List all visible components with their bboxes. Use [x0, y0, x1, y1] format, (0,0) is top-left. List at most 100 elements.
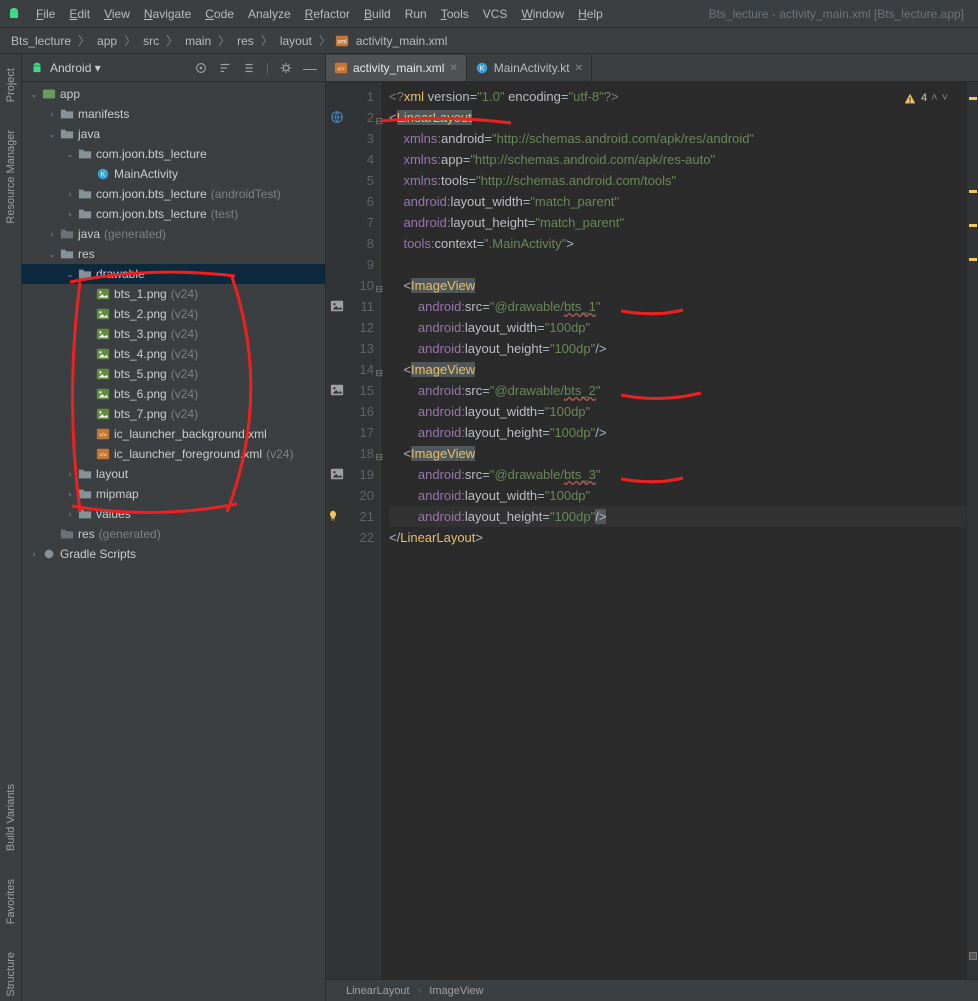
- inspect-up-icon[interactable]: ˄: [931, 88, 937, 109]
- tree-arrow-icon[interactable]: ⌄: [46, 129, 58, 140]
- menu-tools[interactable]: Tools: [435, 5, 475, 23]
- editor-tab[interactable]: KMainActivity.kt✕: [467, 55, 592, 81]
- breadcrumb-item[interactable]: res: [234, 32, 257, 50]
- code-line[interactable]: android:layout_width="match_parent": [389, 191, 966, 212]
- tree-node[interactable]: </>ic_launcher_background.xml: [22, 424, 325, 444]
- code-line[interactable]: <ImageView: [389, 275, 966, 296]
- breadcrumb-item[interactable]: layout: [277, 32, 315, 50]
- code-line[interactable]: [389, 254, 966, 275]
- tree-arrow-icon[interactable]: ⌄: [64, 149, 76, 160]
- editor-tab[interactable]: </>activity_main.xml✕: [326, 55, 467, 81]
- tree-arrow-icon[interactable]: ›: [64, 469, 76, 479]
- hide-panel-icon[interactable]: —: [303, 60, 317, 76]
- image-icon[interactable]: [330, 467, 344, 481]
- error-stripe[interactable]: [966, 82, 978, 979]
- tree-node[interactable]: bts_3.png(v24): [22, 324, 325, 344]
- tree-node[interactable]: bts_6.png(v24): [22, 384, 325, 404]
- globe-icon[interactable]: [330, 110, 344, 124]
- tree-node[interactable]: ›com.joon.bts_lecture(androidTest): [22, 184, 325, 204]
- tool-tab-project[interactable]: Project: [3, 64, 19, 106]
- tree-arrow-icon[interactable]: ⌄: [46, 249, 58, 260]
- menu-help[interactable]: Help: [572, 5, 609, 23]
- bulb-icon[interactable]: [326, 509, 340, 523]
- tree-node[interactable]: ⌄drawable: [22, 264, 325, 284]
- breadcrumb-item[interactable]: activity_main.xml: [353, 32, 450, 50]
- menu-vcs[interactable]: VCS: [477, 5, 514, 23]
- menu-run[interactable]: Run: [399, 5, 433, 23]
- status-crumb[interactable]: LinearLayout: [346, 985, 410, 997]
- code-line[interactable]: tools:context=".MainActivity">: [389, 233, 966, 254]
- tree-arrow-icon[interactable]: ›: [64, 189, 76, 199]
- tree-node[interactable]: ›values: [22, 504, 325, 524]
- tree-node[interactable]: ›manifests: [22, 104, 325, 124]
- tree-node[interactable]: ›java(generated): [22, 224, 325, 244]
- tree-arrow-icon[interactable]: ›: [64, 509, 76, 519]
- tree-arrow-icon[interactable]: ›: [64, 209, 76, 219]
- code-line[interactable]: android:layout_height="match_parent": [389, 212, 966, 233]
- tree-arrow-icon[interactable]: ›: [64, 489, 76, 499]
- tool-tab-build-variants[interactable]: Build Variants: [3, 780, 19, 855]
- code-line[interactable]: <ImageView: [389, 443, 966, 464]
- tree-arrow-icon[interactable]: ›: [28, 549, 40, 559]
- tree-node[interactable]: ›Gradle Scripts: [22, 544, 325, 564]
- code-line[interactable]: android:src="@drawable/bts_3": [389, 464, 966, 485]
- menu-code[interactable]: Code: [199, 5, 240, 23]
- project-tree[interactable]: ⌄app›manifests⌄java⌄com.joon.bts_lecture…: [22, 82, 325, 1001]
- editor-code[interactable]: 4 ˄ ˅ <?xml version="1.0" encoding="utf-…: [381, 82, 966, 979]
- tree-node[interactable]: bts_2.png(v24): [22, 304, 325, 324]
- close-tab-icon[interactable]: ✕: [575, 63, 583, 74]
- tree-arrow-icon[interactable]: ⌄: [28, 89, 40, 100]
- tree-node[interactable]: ⌄java: [22, 124, 325, 144]
- tree-node[interactable]: ⌄res: [22, 244, 325, 264]
- menu-edit[interactable]: Edit: [63, 5, 96, 23]
- sort-icon[interactable]: [218, 61, 232, 75]
- code-line[interactable]: xmlns:android="http://schemas.android.co…: [389, 128, 966, 149]
- inspect-down-icon[interactable]: ˅: [942, 88, 948, 109]
- editor-gutter[interactable]: 12⊟345678910⊟11121314⊟15161718⊟19202122: [326, 82, 381, 979]
- code-line[interactable]: android:layout_height="100dp"/>: [389, 338, 966, 359]
- breadcrumb-item[interactable]: main: [182, 32, 214, 50]
- tree-node[interactable]: ›layout: [22, 464, 325, 484]
- menu-view[interactable]: View: [98, 5, 136, 23]
- tree-node[interactable]: ›com.joon.bts_lecture(test): [22, 204, 325, 224]
- tool-tab-favorites[interactable]: Favorites: [3, 875, 19, 928]
- menu-build[interactable]: Build: [358, 5, 397, 23]
- breadcrumb-item[interactable]: app: [94, 32, 120, 50]
- tree-node[interactable]: res(generated): [22, 524, 325, 544]
- code-line[interactable]: <ImageView: [389, 359, 966, 380]
- code-line[interactable]: android:layout_height="100dp"/>: [389, 506, 966, 527]
- menu-window[interactable]: Window: [515, 5, 570, 23]
- status-crumb[interactable]: ImageView: [429, 985, 483, 997]
- tree-arrow-icon[interactable]: ›: [46, 109, 58, 119]
- code-line[interactable]: android:layout_height="100dp"/>: [389, 422, 966, 443]
- tool-tab-structure[interactable]: Structure: [3, 948, 19, 1001]
- code-line[interactable]: android:src="@drawable/bts_2": [389, 380, 966, 401]
- expand-icon[interactable]: [242, 61, 256, 75]
- code-line[interactable]: android:layout_width="100dp": [389, 401, 966, 422]
- code-line[interactable]: android:src="@drawable/bts_1": [389, 296, 966, 317]
- menu-refactor[interactable]: Refactor: [299, 5, 356, 23]
- menu-file[interactable]: File: [30, 5, 61, 23]
- code-line[interactable]: <LinearLayout: [389, 107, 966, 128]
- code-line[interactable]: <?xml version="1.0" encoding="utf-8"?>: [389, 86, 966, 107]
- tree-node[interactable]: bts_4.png(v24): [22, 344, 325, 364]
- tree-arrow-icon[interactable]: ›: [46, 229, 58, 239]
- tree-node[interactable]: bts_1.png(v24): [22, 284, 325, 304]
- tool-tab-resource-manager[interactable]: Resource Manager: [3, 126, 19, 228]
- close-tab-icon[interactable]: ✕: [449, 63, 457, 74]
- gear-icon[interactable]: [279, 61, 293, 75]
- tree-arrow-icon[interactable]: ⌄: [64, 269, 76, 280]
- editor-breadcrumb[interactable]: LinearLayout›ImageView: [326, 979, 978, 1001]
- image-icon[interactable]: [330, 383, 344, 397]
- inspection-widget[interactable]: 4 ˄ ˅: [903, 88, 948, 109]
- breadcrumb-item[interactable]: src: [140, 32, 162, 50]
- image-icon[interactable]: [330, 299, 344, 313]
- code-line[interactable]: xmlns:app="http://schemas.android.com/ap…: [389, 149, 966, 170]
- tree-node[interactable]: bts_7.png(v24): [22, 404, 325, 424]
- project-view-selector[interactable]: Android ▾: [50, 61, 101, 75]
- tree-node[interactable]: ›mipmap: [22, 484, 325, 504]
- code-line[interactable]: android:layout_width="100dp": [389, 485, 966, 506]
- tree-node[interactable]: </>ic_launcher_foreground.xml(v24): [22, 444, 325, 464]
- tree-node[interactable]: ⌄com.joon.bts_lecture: [22, 144, 325, 164]
- tree-node[interactable]: ⌄app: [22, 84, 325, 104]
